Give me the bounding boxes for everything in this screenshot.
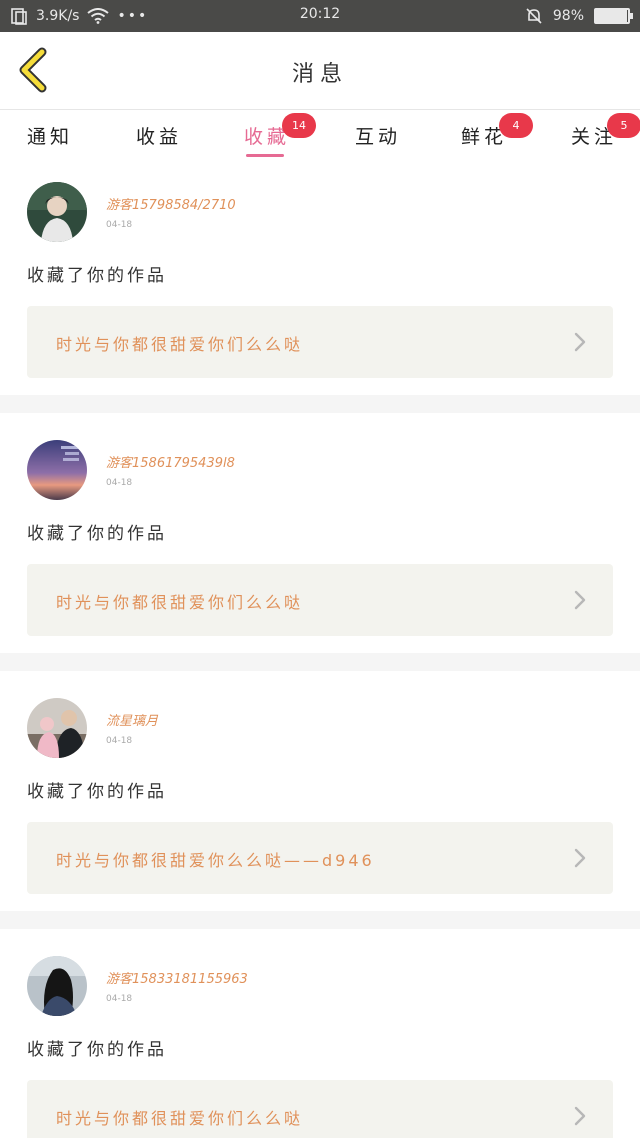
timestamp: 04-18 bbox=[106, 736, 133, 746]
tab-interactions[interactable]: 互动 bbox=[355, 122, 401, 149]
list-item: 游客15833181155963 04-18 收藏了你的作品 时光与你都很甜爱你… bbox=[0, 929, 640, 1138]
work-link[interactable]: 时光与你都很甜爱你们么么哒 bbox=[27, 1080, 613, 1138]
mute-bell-icon bbox=[526, 8, 542, 24]
timestamp: 04-18 bbox=[106, 994, 133, 1004]
timestamp: 04-18 bbox=[106, 220, 133, 230]
battery-percent: 98% bbox=[552, 8, 584, 24]
work-title: 时光与你都很甜爱你们么么哒 bbox=[56, 335, 304, 354]
page-title: 消息 bbox=[291, 62, 348, 87]
activity-text: 收藏了你的作品 bbox=[27, 266, 167, 286]
avatar[interactable] bbox=[27, 698, 87, 758]
avatar[interactable] bbox=[27, 440, 87, 500]
tab-label: 收益 bbox=[136, 126, 183, 148]
tab-badge: 14 bbox=[282, 113, 316, 138]
avatar[interactable] bbox=[27, 182, 87, 242]
chevron-right-icon bbox=[574, 332, 586, 352]
header: 消息 bbox=[0, 32, 640, 110]
tab-label: 通知 bbox=[27, 126, 74, 148]
avatar[interactable] bbox=[27, 956, 87, 1016]
tab-follows[interactable]: 关注 5 bbox=[571, 113, 640, 149]
activity-text: 收藏了你的作品 bbox=[27, 782, 167, 802]
user-name[interactable]: 游客15833181155963 bbox=[106, 968, 248, 987]
timestamp: 04-18 bbox=[106, 478, 133, 488]
tab-label: 互动 bbox=[355, 126, 402, 148]
tab-badge: 4 bbox=[499, 113, 533, 138]
tab-earnings[interactable]: 收益 bbox=[136, 122, 182, 149]
tab-favorites[interactable]: 收藏 14 bbox=[244, 113, 316, 149]
work-link[interactable]: 时光与你都很甜爱你么么哒——d946 bbox=[27, 822, 613, 894]
list-item: 流星璃月 04-18 收藏了你的作品 时光与你都很甜爱你么么哒——d946 bbox=[0, 671, 640, 911]
chevron-right-icon bbox=[574, 848, 586, 868]
battery-icon bbox=[594, 8, 633, 24]
tab-flowers[interactable]: 鲜花 4 bbox=[461, 113, 533, 149]
tab-bar: 通知 收益 收藏 14 互动 鲜花 4 关注 5 bbox=[0, 110, 640, 160]
work-title: 时光与你都很甜爱你们么么哒 bbox=[56, 593, 304, 612]
work-title: 时光与你都很甜爱你们么么哒 bbox=[56, 1109, 304, 1128]
battery-fill bbox=[596, 10, 628, 22]
chevron-right-icon bbox=[574, 1106, 586, 1126]
list-item: 游客15861795439l8 04-18 收藏了你的作品 时光与你都很甜爱你们… bbox=[0, 413, 640, 653]
user-name[interactable]: 游客15798584/2710 bbox=[106, 194, 236, 213]
work-title: 时光与你都很甜爱你么么哒——d946 bbox=[56, 851, 375, 870]
user-name[interactable]: 流星璃月 bbox=[106, 710, 158, 729]
chevron-right-icon bbox=[574, 590, 586, 610]
active-tab-indicator bbox=[246, 154, 284, 157]
user-name[interactable]: 游客15861795439l8 bbox=[106, 452, 235, 471]
work-link[interactable]: 时光与你都很甜爱你们么么哒 bbox=[27, 564, 613, 636]
tab-notifications[interactable]: 通知 bbox=[27, 122, 73, 149]
status-bar: 3.9K/s ••• 20:12 98% bbox=[0, 0, 640, 32]
activity-text: 收藏了你的作品 bbox=[27, 524, 167, 544]
activity-text: 收藏了你的作品 bbox=[27, 1040, 167, 1060]
list-item: 游客15798584/2710 04-18 收藏了你的作品 时光与你都很甜爱你们… bbox=[0, 160, 640, 395]
work-link[interactable]: 时光与你都很甜爱你们么么哒 bbox=[27, 306, 613, 378]
tab-badge: 5 bbox=[607, 113, 640, 138]
